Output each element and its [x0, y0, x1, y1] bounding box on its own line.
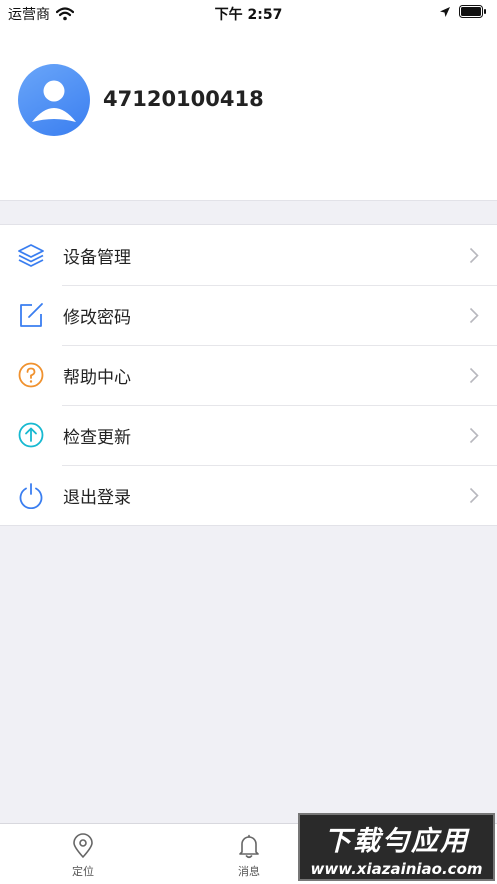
avatar[interactable]	[18, 64, 90, 136]
watermark-title: 下载勻应用	[324, 826, 469, 857]
bell-icon	[239, 834, 259, 859]
location-arrow-icon	[440, 6, 450, 17]
chevron-right-icon	[469, 427, 479, 444]
chevron-right-icon	[469, 487, 479, 504]
user-avatar-icon	[32, 80, 76, 122]
battery-icon	[459, 5, 486, 18]
tab-label: 定位	[72, 865, 94, 878]
menu-item-label: 帮助中心	[63, 367, 131, 388]
menu-item-check-update[interactable]: 检查更新	[0, 405, 497, 465]
settings-menu: 设备管理 修改密码 帮助中心 检查更新 退出登录	[0, 224, 497, 526]
power-icon	[17, 481, 45, 509]
menu-item-logout[interactable]: 退出登录	[0, 465, 497, 525]
menu-item-label: 修改密码	[63, 307, 131, 328]
status-bar: 运营商 下午 2:57	[0, 0, 497, 26]
menu-item-label: 检查更新	[63, 427, 131, 448]
chevron-right-icon	[469, 307, 479, 324]
chevron-right-icon	[469, 367, 479, 384]
tab-location[interactable]: 定位	[0, 824, 166, 884]
status-time: 下午 2:57	[214, 7, 283, 23]
edit-icon	[17, 301, 45, 329]
menu-item-label: 设备管理	[63, 247, 131, 268]
status-right	[439, 5, 487, 18]
menu-item-help-center[interactable]: 帮助中心	[0, 345, 497, 405]
profile-header: 47120100418	[0, 26, 497, 201]
watermark-url: www.xiazainiao.com	[310, 860, 483, 878]
upload-icon	[17, 421, 45, 449]
chevron-right-icon	[469, 247, 479, 264]
menu-item-label: 退出登录	[63, 487, 131, 508]
username: 47120100418	[103, 87, 264, 111]
watermark: 下载勻应用 www.xiazainiao.com	[298, 813, 495, 881]
layers-icon	[17, 241, 45, 269]
help-icon	[17, 361, 45, 389]
location-pin-icon	[73, 833, 93, 858]
menu-item-device-management[interactable]: 设备管理	[0, 225, 497, 285]
menu-item-change-password[interactable]: 修改密码	[0, 285, 497, 345]
